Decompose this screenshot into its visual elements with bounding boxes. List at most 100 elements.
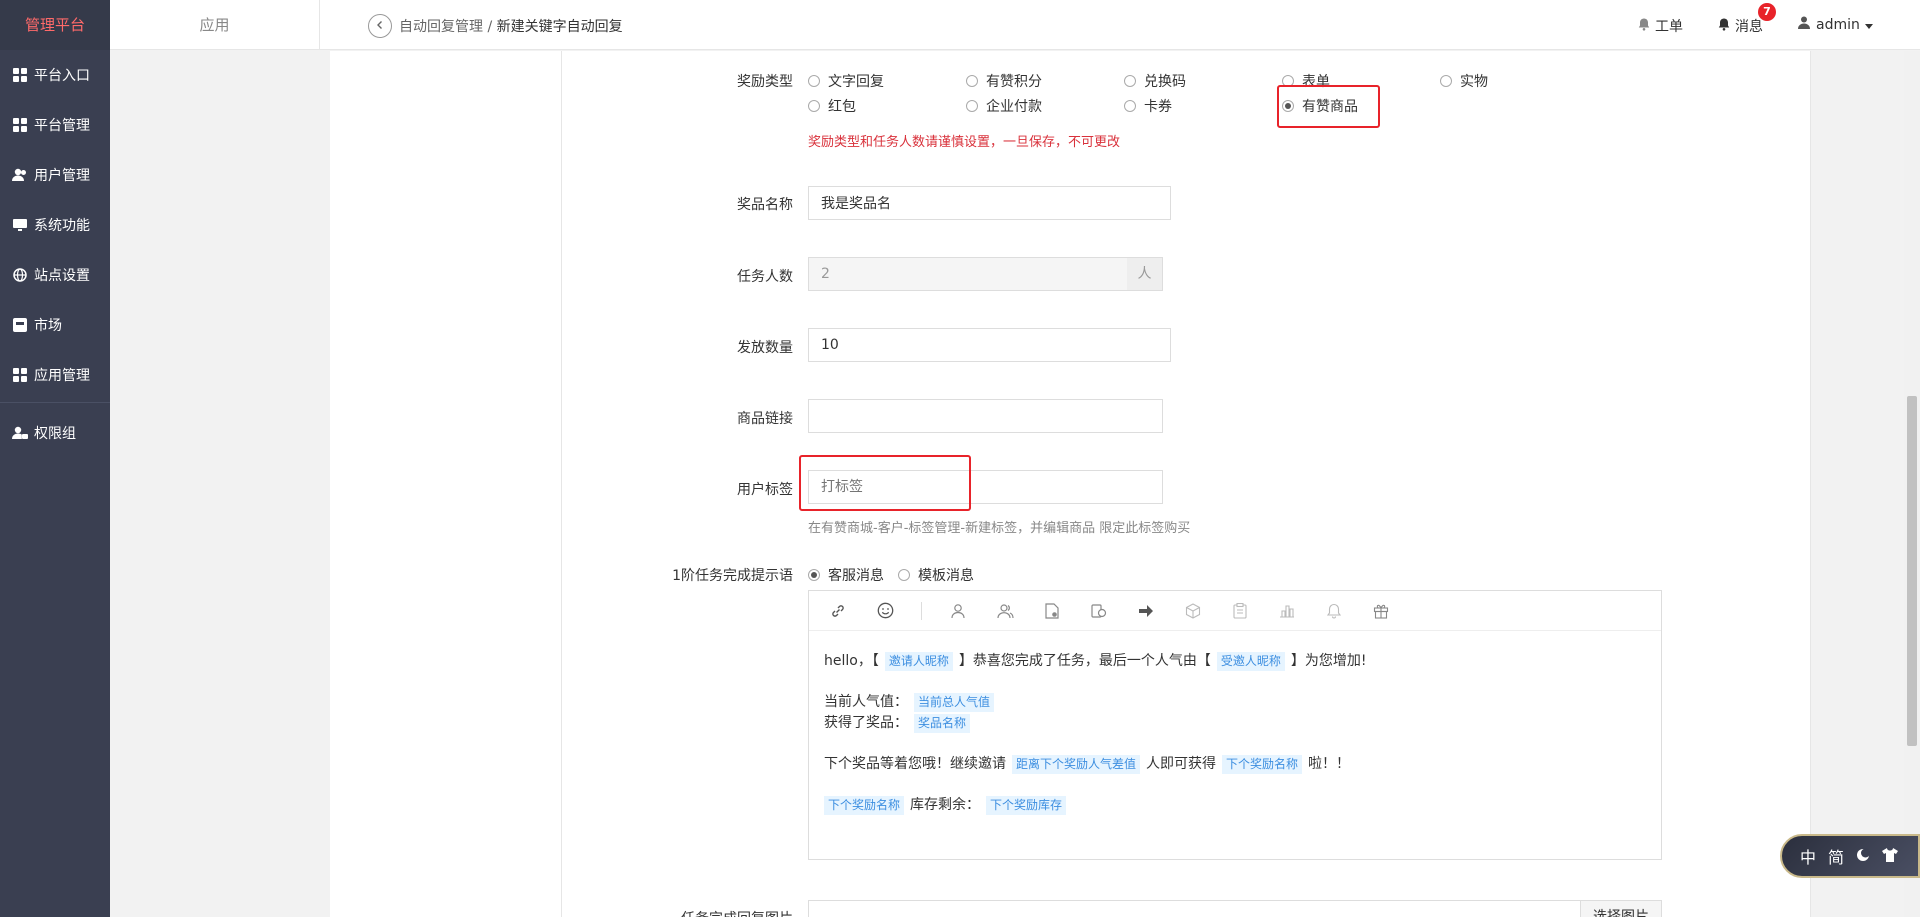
radio-red-packet[interactable]: 红包 [808, 96, 856, 116]
radio-enterprise-payment[interactable]: 企业付款 [966, 96, 1042, 116]
sidebar-item-label: 权限组 [34, 426, 76, 442]
rich-text-editor[interactable]: hello，【 邀请人昵称 】恭喜您完成了任务，最后一个人气由【 受邀人昵称 】… [808, 590, 1662, 860]
radio-text-reply[interactable]: 文字回复 [808, 71, 884, 91]
sidebar-item-system-functions[interactable]: 系统功能 [0, 200, 110, 250]
task-count-unit: 人 [1127, 257, 1163, 291]
clipboard-icon[interactable] [1229, 600, 1251, 622]
radio-physical[interactable]: 实物 [1440, 71, 1488, 91]
messages-link[interactable]: 消息 [1718, 16, 1763, 36]
radio-dot [808, 75, 820, 87]
radio-dot [966, 100, 978, 112]
gift-icon[interactable] [1370, 600, 1392, 622]
radio-customer-service-message[interactable]: 客服消息 [808, 565, 884, 585]
issue-count-input[interactable] [808, 328, 1171, 362]
document-icon[interactable] [1041, 600, 1063, 622]
sidebar-item-site-settings[interactable]: 站点设置 [0, 250, 110, 300]
placeholder-tag-next-reward-name[interactable]: 下个奖励名称 [1222, 755, 1303, 774]
radio-coupon[interactable]: 卡券 [1124, 96, 1172, 116]
sidebar-item-label: 平台入口 [34, 68, 90, 84]
placeholder-tag-next-reward-stock[interactable]: 下个奖励库存 [986, 796, 1067, 815]
radio-dot [1440, 75, 1452, 87]
box-icon[interactable] [1182, 600, 1204, 622]
grid-icon [12, 117, 28, 133]
product-link-label: 商品链接 [737, 411, 793, 427]
work-order-link[interactable]: 工单 [1638, 16, 1683, 36]
sidebar-item-user-manage[interactable]: 用户管理 [0, 150, 110, 200]
editor-text: 】为您增加! [1290, 653, 1367, 669]
radio-label: 红包 [828, 99, 856, 115]
breadcrumb: 自动回复管理 / 新建关键字自动回复 [399, 16, 623, 36]
back-button[interactable] [368, 14, 392, 38]
emoji-icon[interactable] [874, 600, 896, 622]
placeholder-tag-current-popularity[interactable]: 当前总人气值 [914, 693, 995, 712]
bar-chart-icon[interactable] [1276, 600, 1298, 622]
reply-image-input[interactable] [808, 900, 1662, 917]
scrollbar-thumb[interactable] [1907, 396, 1917, 746]
bell-icon[interactable] [1323, 600, 1345, 622]
placeholder-tag-next-reward-name[interactable]: 下个奖励名称 [824, 796, 905, 815]
editor-content[interactable]: hello，【 邀请人昵称 】恭喜您完成了任务，最后一个人气由【 受邀人昵称 】… [809, 631, 1661, 836]
caret-down-icon [1864, 17, 1873, 33]
product-link-input[interactable] [808, 399, 1163, 433]
editor-line: 下个奖励名称 库存剩余： 下个奖励库存 [818, 795, 1646, 816]
editor-blank-line [824, 672, 1646, 692]
radio-template-message[interactable]: 模板消息 [898, 565, 974, 585]
editor-line: 下个奖品等着您哦！继续邀请 距离下个奖励人气差值 人即可获得 下个奖励名称 啦！… [824, 754, 1646, 775]
sidebar-item-permission-group[interactable]: 权限组 [0, 408, 110, 458]
editor-text: 获得了奖品： [824, 715, 908, 731]
sidebar-item-platform-entry[interactable]: 平台入口 [0, 50, 110, 100]
sidebar-item-market[interactable]: 市场 [0, 300, 110, 350]
task-count-input[interactable] [808, 257, 1128, 291]
user-menu[interactable]: admin [1798, 16, 1873, 33]
editor-blank-line [824, 734, 1646, 754]
radio-dot [808, 100, 820, 112]
placeholder-tag-prize-name[interactable]: 奖品名称 [914, 714, 971, 733]
user-tag-label: 用户标签 [737, 482, 793, 498]
page-scrollbar[interactable] [1904, 51, 1920, 917]
placeholder-tag-popularity-gap[interactable]: 距离下个奖励人气差值 [1012, 755, 1141, 774]
prize-name-label: 奖品名称 [737, 197, 793, 213]
users-icon[interactable] [994, 600, 1016, 622]
grid-icon [12, 67, 28, 83]
radio-dot [1124, 100, 1136, 112]
sidebar-item-app-manage[interactable]: 应用管理 [0, 350, 110, 400]
ime-language[interactable]: 中 [1800, 844, 1816, 868]
user-tag-hint: 在有赞商城-客户-标签管理-新建标签，并编辑商品 限定此标签购买 [808, 521, 1191, 536]
breadcrumb-current: 新建关键字自动回复 [496, 19, 623, 35]
user-icon[interactable] [947, 600, 969, 622]
toolbar-separator [921, 601, 922, 620]
choose-image-button[interactable]: 选择图片 [1580, 900, 1662, 917]
user-icon [1798, 16, 1810, 33]
prize-name-input[interactable] [808, 186, 1171, 220]
radio-label: 卡券 [1144, 99, 1172, 115]
radio-dot [898, 569, 910, 581]
reward-type-label: 奖励类型 [737, 74, 793, 90]
radio-youzan-points[interactable]: 有赞积分 [966, 71, 1042, 91]
moon-icon[interactable] [1856, 847, 1871, 866]
breadcrumb-parent[interactable]: 自动回复管理 [399, 19, 483, 35]
arrow-right-icon[interactable] [1135, 600, 1157, 622]
tab-apps[interactable]: 应用 [110, 0, 320, 50]
placeholder-tag-inviter-nickname[interactable]: 邀请人昵称 [884, 652, 953, 671]
store-icon [12, 317, 28, 333]
brand-title[interactable]: 管理平台 [0, 0, 110, 50]
ime-toolbar[interactable]: 中 简 [1780, 834, 1920, 878]
placeholder-tag-invitee-nickname[interactable]: 受邀人昵称 [1216, 652, 1285, 671]
ime-mode[interactable]: 简 [1828, 844, 1844, 868]
sidebar-item-label: 应用管理 [34, 368, 90, 384]
radio-dot [1124, 75, 1136, 87]
sidebar-item-platform-manage[interactable]: 平台管理 [0, 100, 110, 150]
link-icon[interactable] [827, 600, 849, 622]
radio-label: 兑换码 [1144, 74, 1186, 90]
shirt-icon[interactable] [1882, 847, 1899, 866]
editor-text: 人即可获得 [1146, 756, 1217, 772]
bell-icon [1638, 18, 1650, 35]
message-count-badge: 7 [1758, 3, 1776, 21]
top-header: 应用 自动回复管理 / 新建关键字自动回复 工单 消息 7 admin [110, 0, 1920, 50]
coins-icon[interactable] [1088, 600, 1110, 622]
radio-dot-selected [808, 569, 820, 581]
editor-text: 库存剩余： [910, 797, 981, 813]
radio-redeem-code[interactable]: 兑换码 [1124, 71, 1186, 91]
radio-label: 模板消息 [918, 568, 974, 584]
monitor-icon [12, 217, 28, 233]
